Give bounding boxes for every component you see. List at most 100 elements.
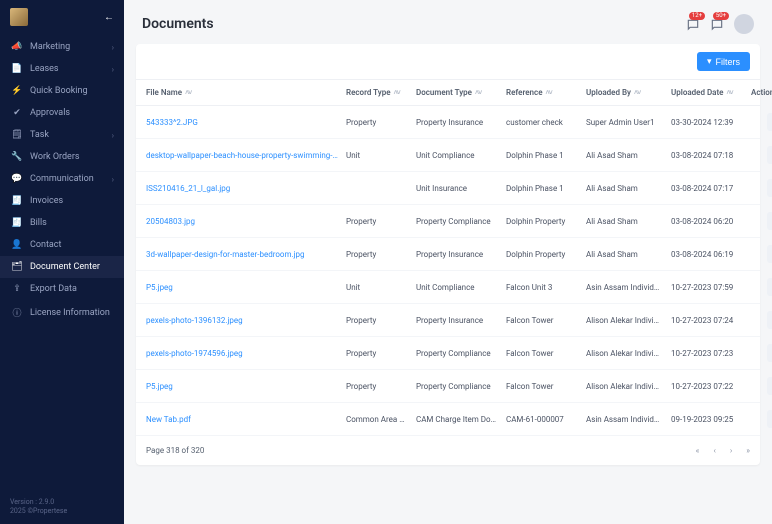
cell-uploaded-by: Alison Alekar Indivi… xyxy=(586,349,671,358)
first-page-button[interactable]: « xyxy=(696,446,700,455)
sidebar-item-invoices[interactable]: 🧾 Invoices xyxy=(0,190,124,212)
cell-actions: ⬇ xyxy=(751,113,772,131)
cell-document-type: Property Insurance xyxy=(416,118,506,127)
sidebar-item-license-information[interactable]: ⓘLicense Information xyxy=(0,300,124,325)
file-name-link[interactable]: pexels-photo-1396132.jpeg xyxy=(146,316,346,325)
cell-actions: ⬇ xyxy=(751,311,772,329)
nav-icon: 🧾 xyxy=(10,196,24,206)
sidebar-item-leases[interactable]: 📄Leases› xyxy=(0,58,124,80)
sidebar-item-approvals[interactable]: ✔Approvals xyxy=(0,102,124,124)
sort-icon: ˄˅ xyxy=(634,89,640,97)
nav-label: Quick Booking xyxy=(30,86,88,96)
nav-label: License Information xyxy=(30,308,110,318)
table-row: pexels-photo-1974596.jpegPropertyPropert… xyxy=(136,337,760,370)
cell-uploaded-by: Alison Alekar Indivi… xyxy=(586,382,671,391)
chat-badge: 12+ xyxy=(689,12,705,20)
col-record-type[interactable]: Record Type˄˅ xyxy=(346,88,416,97)
file-name-link[interactable]: P5.jpeg xyxy=(146,382,346,391)
cell-uploaded-date: 03-08-2024 07:18 xyxy=(671,151,751,160)
pager: Page 318 of 320 « ‹ › » xyxy=(136,436,760,465)
sidebar-item-task[interactable]: 🗒Task› xyxy=(0,124,124,146)
download-button[interactable]: ⬇ xyxy=(767,410,772,428)
app-logo xyxy=(10,8,28,26)
next-page-button[interactable]: › xyxy=(730,446,732,455)
filters-button[interactable]: ▾ Filters xyxy=(697,52,750,71)
alert-notifications-icon[interactable]: 50+ xyxy=(710,17,724,31)
file-name-link[interactable]: 543333^2.JPG xyxy=(146,118,346,127)
download-button[interactable]: ⬇ xyxy=(767,377,772,395)
chevron-right-icon: › xyxy=(112,131,114,140)
nav-icon: 💬 xyxy=(10,174,24,184)
download-button[interactable]: ⬇ xyxy=(767,179,772,197)
sidebar-item-marketing[interactable]: 📣Marketing› xyxy=(0,36,124,58)
sidebar: ← 📣Marketing›📄Leases›⚡Quick Booking✔Appr… xyxy=(0,0,124,524)
download-button[interactable]: ⬇ xyxy=(767,146,772,164)
cell-record-type: Property xyxy=(346,217,416,226)
sidebar-item-quick-booking[interactable]: ⚡Quick Booking xyxy=(0,80,124,102)
cell-uploaded-date: 03-30-2024 12:39 xyxy=(671,118,751,127)
cell-record-type: Unit xyxy=(346,151,416,160)
nav-label: Leases xyxy=(30,64,59,74)
sidebar-item-communication[interactable]: 💬Communication› xyxy=(0,168,124,190)
cell-document-type: Property Insurance xyxy=(416,250,506,259)
cell-record-type: Unit xyxy=(346,283,416,292)
nav-label: Invoices xyxy=(30,196,63,206)
cell-record-type: Property xyxy=(346,250,416,259)
cell-reference: CAM-61-000007 xyxy=(506,415,586,424)
cell-actions: ⬇ xyxy=(751,179,772,197)
download-button[interactable]: ⬇ xyxy=(767,278,772,296)
file-name-link[interactable]: 20504803.jpg xyxy=(146,217,346,226)
cell-uploaded-by: Ali Asad Sham xyxy=(586,250,671,259)
download-button[interactable]: ⬇ xyxy=(767,113,772,131)
download-button[interactable]: ⬇ xyxy=(767,212,772,230)
cell-actions: ⬇ xyxy=(751,377,772,395)
cell-uploaded-by: Asin Assam Individ… xyxy=(586,283,671,292)
chat-notifications-icon[interactable]: 12+ xyxy=(686,17,700,31)
nav-label: Contact xyxy=(30,240,61,250)
download-button[interactable]: ⬇ xyxy=(767,245,772,263)
file-name-link[interactable]: pexels-photo-1974596.jpeg xyxy=(146,349,346,358)
file-name-link[interactable]: ISS210416_21_l_gal.jpg xyxy=(146,184,346,193)
file-name-link[interactable]: P5.jpeg xyxy=(146,283,346,292)
sidebar-item-work-orders[interactable]: 🔧Work Orders xyxy=(0,146,124,168)
filters-label: Filters xyxy=(716,57,741,67)
cell-document-type: Property Compliance xyxy=(416,217,506,226)
download-button[interactable]: ⬇ xyxy=(767,344,772,362)
col-reference[interactable]: Reference˄˅ xyxy=(506,88,586,97)
col-uploaded-by[interactable]: Uploaded By˄˅ xyxy=(586,88,671,97)
cell-reference: Dolphin Property xyxy=(506,217,586,226)
page-info: Page 318 of 320 xyxy=(146,446,204,455)
cell-actions: ⬇ xyxy=(751,212,772,230)
sidebar-item-contact[interactable]: 👤Contact xyxy=(0,234,124,256)
cell-uploaded-by: Asin Assam Individ… xyxy=(586,415,671,424)
cell-reference: Dolphin Property xyxy=(506,250,586,259)
col-document-type[interactable]: Document Type˄˅ xyxy=(416,88,506,97)
avatar[interactable] xyxy=(734,14,754,34)
collapse-sidebar-button[interactable]: ← xyxy=(104,12,114,23)
col-file-name[interactable]: File Name˄˅ xyxy=(146,88,346,97)
file-name-link[interactable]: New Tab.pdf xyxy=(146,415,346,424)
chevron-right-icon: › xyxy=(112,43,114,52)
sidebar-item-document-center[interactable]: 🗂Document Center xyxy=(0,256,124,278)
cell-record-type: Common Area Maint… xyxy=(346,415,416,424)
nav-icon: 📣 xyxy=(10,42,24,52)
sidebar-item-bills[interactable]: 🧾Bills xyxy=(0,212,124,234)
file-name-link[interactable]: desktop-wallpaper-beach-house-property-s… xyxy=(146,151,346,160)
sidebar-item-export-data[interactable]: ⇪Export Data xyxy=(0,278,124,300)
filter-icon: ▾ xyxy=(707,56,712,67)
prev-page-button[interactable]: ‹ xyxy=(713,446,715,455)
cell-uploaded-date: 10-27-2023 07:24 xyxy=(671,316,751,325)
table-row: 3d-wallpaper-design-for-master-bedroom.j… xyxy=(136,238,760,271)
download-button[interactable]: ⬇ xyxy=(767,311,772,329)
table-row: ISS210416_21_l_gal.jpgUnit InsuranceDolp… xyxy=(136,172,760,205)
file-name-link[interactable]: 3d-wallpaper-design-for-master-bedroom.j… xyxy=(146,250,346,259)
cell-reference: Falcon Tower xyxy=(506,316,586,325)
cell-actions: ⬇ xyxy=(751,245,772,263)
last-page-button[interactable]: » xyxy=(746,446,750,455)
nav-label: Export Data xyxy=(30,284,77,294)
sort-icon: ˄˅ xyxy=(475,89,481,97)
table-header: File Name˄˅ Record Type˄˅ Document Type˄… xyxy=(136,80,760,106)
cell-uploaded-date: 10-27-2023 07:23 xyxy=(671,349,751,358)
col-uploaded-date[interactable]: Uploaded Date˄˅ xyxy=(671,88,751,97)
cell-reference: Falcon Tower xyxy=(506,382,586,391)
